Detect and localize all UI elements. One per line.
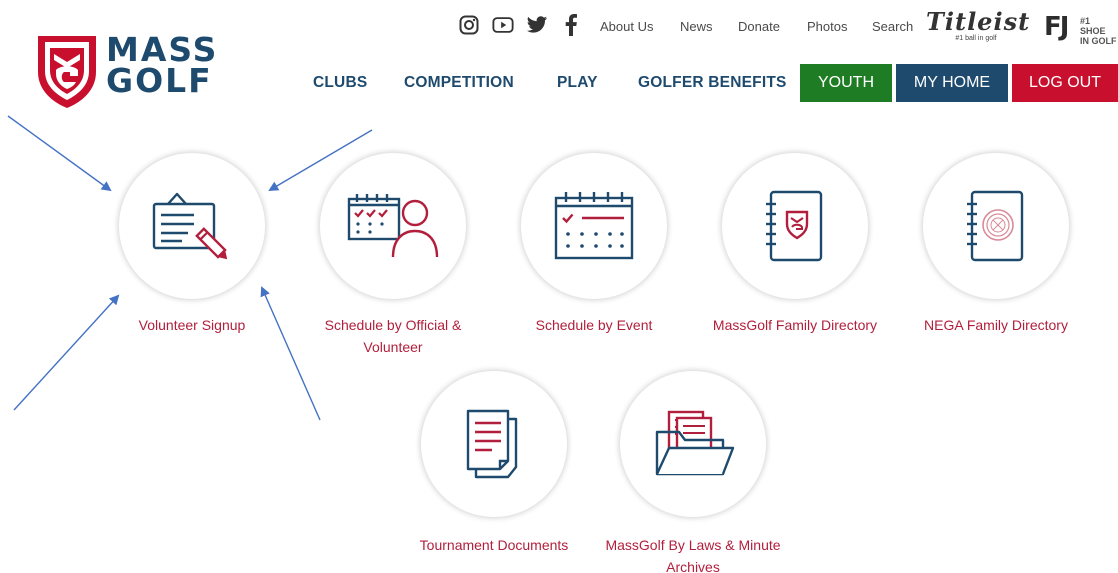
nav-clubs[interactable]: CLUBS [313,74,367,92]
calendar-icon [554,192,634,260]
fj-tagline-line-1: #1 SHOE [1080,16,1106,36]
nav-competition[interactable]: COMPETITION [404,74,514,92]
facebook-icon[interactable] [560,14,582,36]
log-out-button[interactable]: LOG OUT [1012,64,1118,102]
fj-wordmark: FJ [1044,12,1069,42]
arrow-top-left [7,115,112,192]
photos-link[interactable]: Photos [807,19,847,34]
tile-tournament-documents-circle[interactable] [420,370,568,518]
nav-golfer-benefits[interactable]: GOLFER BENEFITS [638,74,787,92]
tile-nega-family-directory-circle[interactable] [922,152,1070,300]
calendar-person-icon [347,194,439,258]
instagram-icon[interactable] [458,14,480,36]
titleist-wordmark: Titleist [926,7,1031,36]
tile-schedule-by-official-circle[interactable] [319,152,467,300]
notebook-shield-icon [766,190,823,262]
massgolf-logo[interactable]: MASS GOLF [36,32,246,110]
search-link[interactable]: Search [872,19,913,34]
fj-sponsor-logo[interactable]: FJ #1 SHOE IN GOLF [1044,10,1118,46]
about-us-link[interactable]: About Us [600,19,653,34]
youth-button[interactable]: YOUTH [800,64,892,102]
tile-massgolf-bylaws-circle[interactable] [619,370,767,518]
tile-schedule-by-event-circle[interactable] [520,152,668,300]
nav-play[interactable]: PLAY [557,74,598,92]
clipboard-pencil-icon [152,192,228,260]
tile-tournament-documents-label[interactable]: Tournament Documents [404,534,584,556]
tile-nega-family-directory-label[interactable]: NEGA Family Directory [906,314,1086,336]
tile-massgolf-family-directory-label[interactable]: MassGolf Family Directory [705,314,885,336]
logo-line-2: GOLF [106,61,213,100]
tile-massgolf-family-directory-circle[interactable] [721,152,869,300]
tile-massgolf-bylaws-label[interactable]: MassGolf By Laws & Minute Archives [603,534,783,573]
my-home-button[interactable]: MY HOME [896,64,1008,102]
folder-icon [655,410,735,476]
tile-schedule-by-event-label[interactable]: Schedule by Event [504,314,684,336]
tile-volunteer-signup-circle[interactable] [118,152,266,300]
notebook-seal-icon [967,190,1024,262]
shield-logo-icon [38,36,96,108]
fj-tagline-line-2: IN GOLF [1080,36,1117,46]
documents-icon [466,409,518,479]
titleist-sponsor-logo[interactable]: Titleist #1 ball in golf [926,7,1031,44]
twitter-icon[interactable] [526,14,548,36]
donate-link[interactable]: Donate [738,19,780,34]
tile-schedule-by-official-label[interactable]: Schedule by Official & Volunteer [303,314,483,358]
youtube-icon[interactable] [492,14,514,36]
social-links [458,14,582,36]
fj-tagline: #1 SHOE IN GOLF [1080,16,1118,46]
news-link[interactable]: News [680,19,713,34]
tile-volunteer-signup-label[interactable]: Volunteer Signup [102,314,282,336]
